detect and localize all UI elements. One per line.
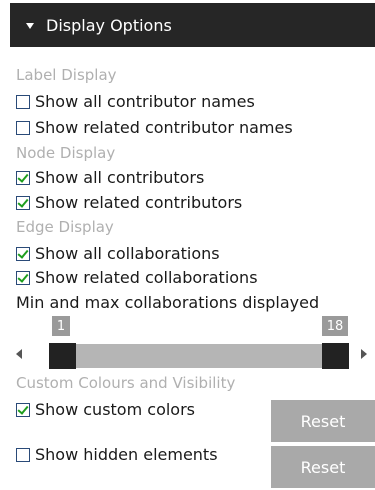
checkbox-show-all-collaborations[interactable] [16, 246, 30, 261]
checkbox-show-related-contributor-names[interactable] [16, 120, 30, 135]
slider-track[interactable] [50, 344, 347, 368]
header-title: Display Options [46, 15, 172, 35]
option-show-all-collaborations[interactable]: Show all collaborations [16, 244, 220, 263]
checkbox-show-all-contributor-names[interactable] [16, 94, 30, 109]
slider-min-value: 1 [52, 316, 70, 336]
option-label: Show all collaborations [35, 244, 220, 263]
option-show-related-contributors[interactable]: Show related contributors [16, 193, 242, 212]
option-show-custom-colors[interactable]: Show custom colors [16, 400, 195, 419]
slider-max-handle[interactable] [322, 343, 349, 369]
slider-min-handle[interactable] [49, 343, 76, 369]
caret-down-icon [26, 23, 34, 29]
checkbox-show-related-collaborations[interactable] [16, 270, 30, 285]
option-show-hidden-elements[interactable]: Show hidden elements [16, 445, 218, 464]
option-show-related-collaborations[interactable]: Show related collaborations [16, 268, 258, 287]
option-show-all-contributors[interactable]: Show all contributors [16, 168, 204, 187]
option-label: Show all contributors [35, 168, 205, 187]
slider-label: Min and max collaborations displayed [16, 293, 320, 312]
checkbox-show-hidden-elements[interactable] [16, 447, 30, 462]
option-show-all-contributor-names[interactable]: Show all contributor names [16, 92, 255, 111]
section-edge-display: Edge Display [16, 218, 114, 236]
checkbox-show-related-contributors[interactable] [16, 195, 30, 210]
section-custom-colours: Custom Colours and Visibility [16, 374, 236, 392]
checkbox-show-all-contributors[interactable] [16, 170, 30, 185]
option-label: Show hidden elements [35, 445, 218, 464]
option-label: Show related collaborations [35, 268, 258, 287]
display-options-header[interactable]: Display Options [10, 3, 375, 47]
reset-custom-colors-button[interactable]: Reset [271, 400, 375, 442]
option-show-related-contributor-names[interactable]: Show related contributor names [16, 118, 293, 137]
option-label: Show related contributor names [35, 118, 293, 137]
checkbox-show-custom-colors[interactable] [16, 402, 30, 417]
section-label-display: Label Display [16, 66, 117, 84]
option-label: Show related contributors [35, 193, 243, 212]
option-label: Show all contributor names [35, 92, 255, 111]
slider-left-arrow-icon[interactable] [16, 349, 22, 359]
reset-hidden-elements-button[interactable]: Reset [271, 446, 375, 488]
option-label: Show custom colors [35, 400, 195, 419]
slider-right-arrow-icon[interactable] [361, 349, 367, 359]
slider-max-value: 18 [322, 316, 348, 336]
display-options-panel: Display Options Label Display Show all c… [0, 0, 375, 490]
section-node-display: Node Display [16, 144, 116, 162]
